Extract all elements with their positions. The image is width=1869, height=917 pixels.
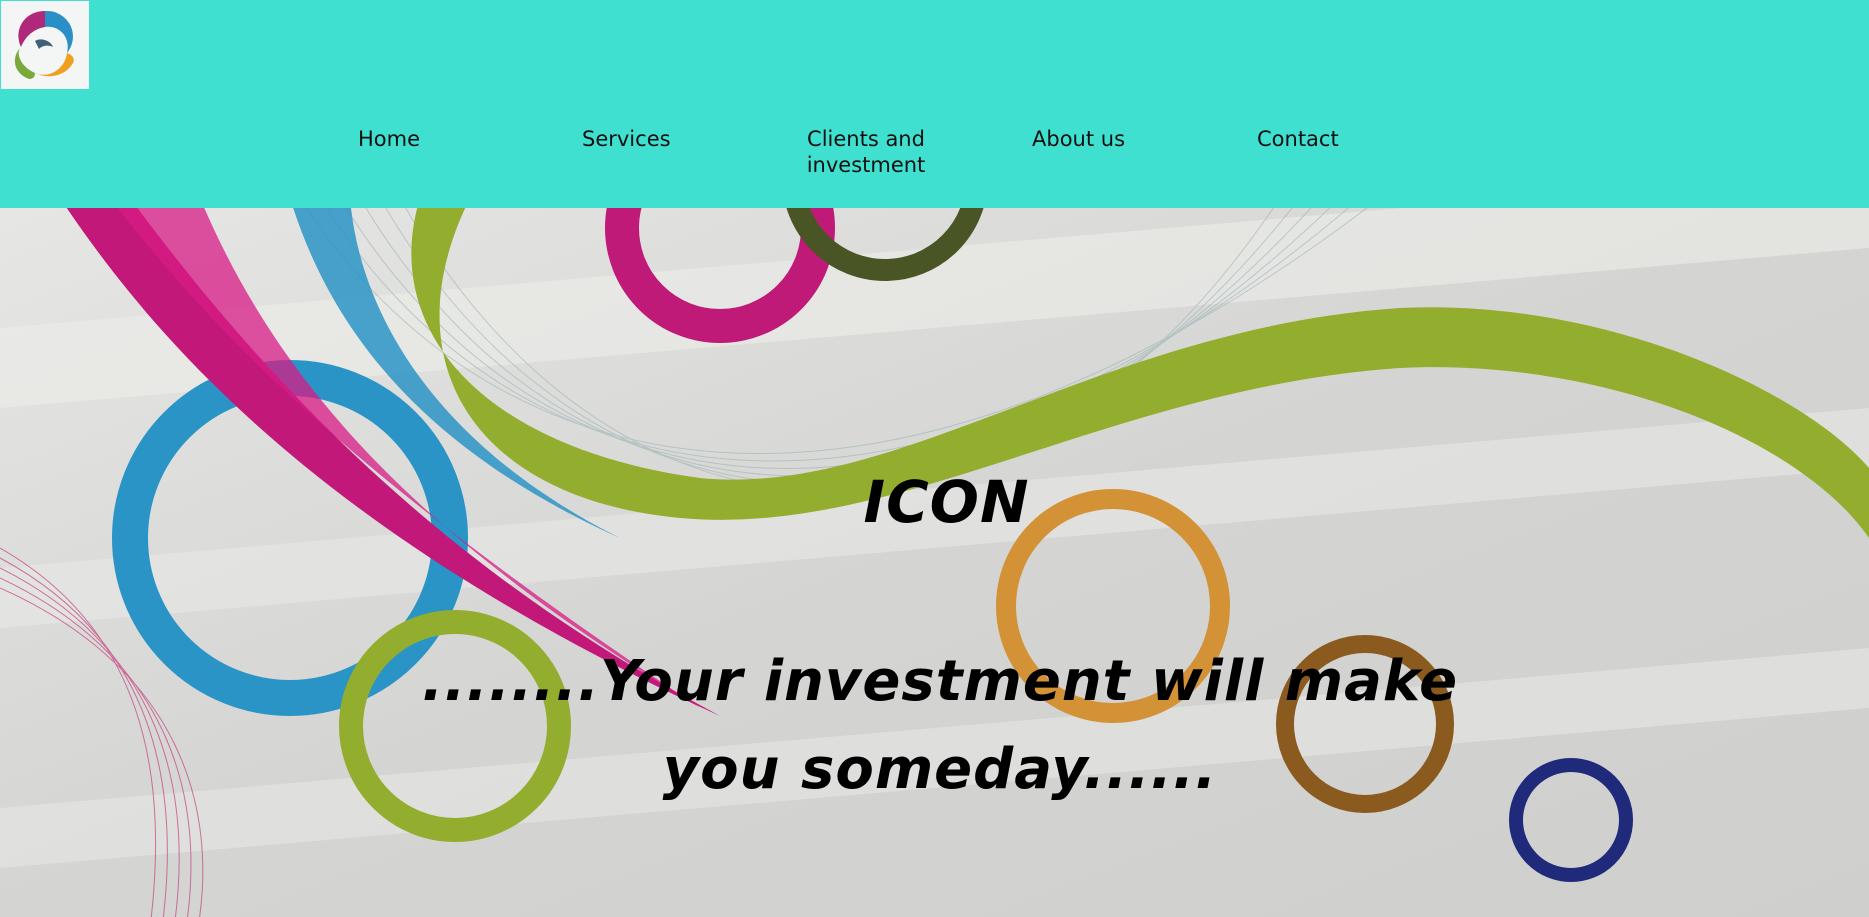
nav-about-us[interactable]: About us <box>1032 126 1125 152</box>
hero-banner: ICON ........Your investment will make y… <box>0 208 1869 917</box>
nav-contact[interactable]: Contact <box>1257 126 1339 152</box>
main-nav: Home Services Clients and investment Abo… <box>0 126 1869 186</box>
logo-icon[interactable] <box>1 1 89 89</box>
hero-title: ICON <box>863 468 1030 536</box>
nav-clients-and-investment[interactable]: Clients and investment <box>766 126 966 178</box>
nav-home[interactable]: Home <box>358 126 420 152</box>
site-header: Home Services Clients and investment Abo… <box>0 0 1869 208</box>
swirl-logo-icon <box>14 11 74 79</box>
hero-tagline: ........Your investment will make you so… <box>421 649 1459 802</box>
nav-services[interactable]: Services <box>582 126 671 152</box>
